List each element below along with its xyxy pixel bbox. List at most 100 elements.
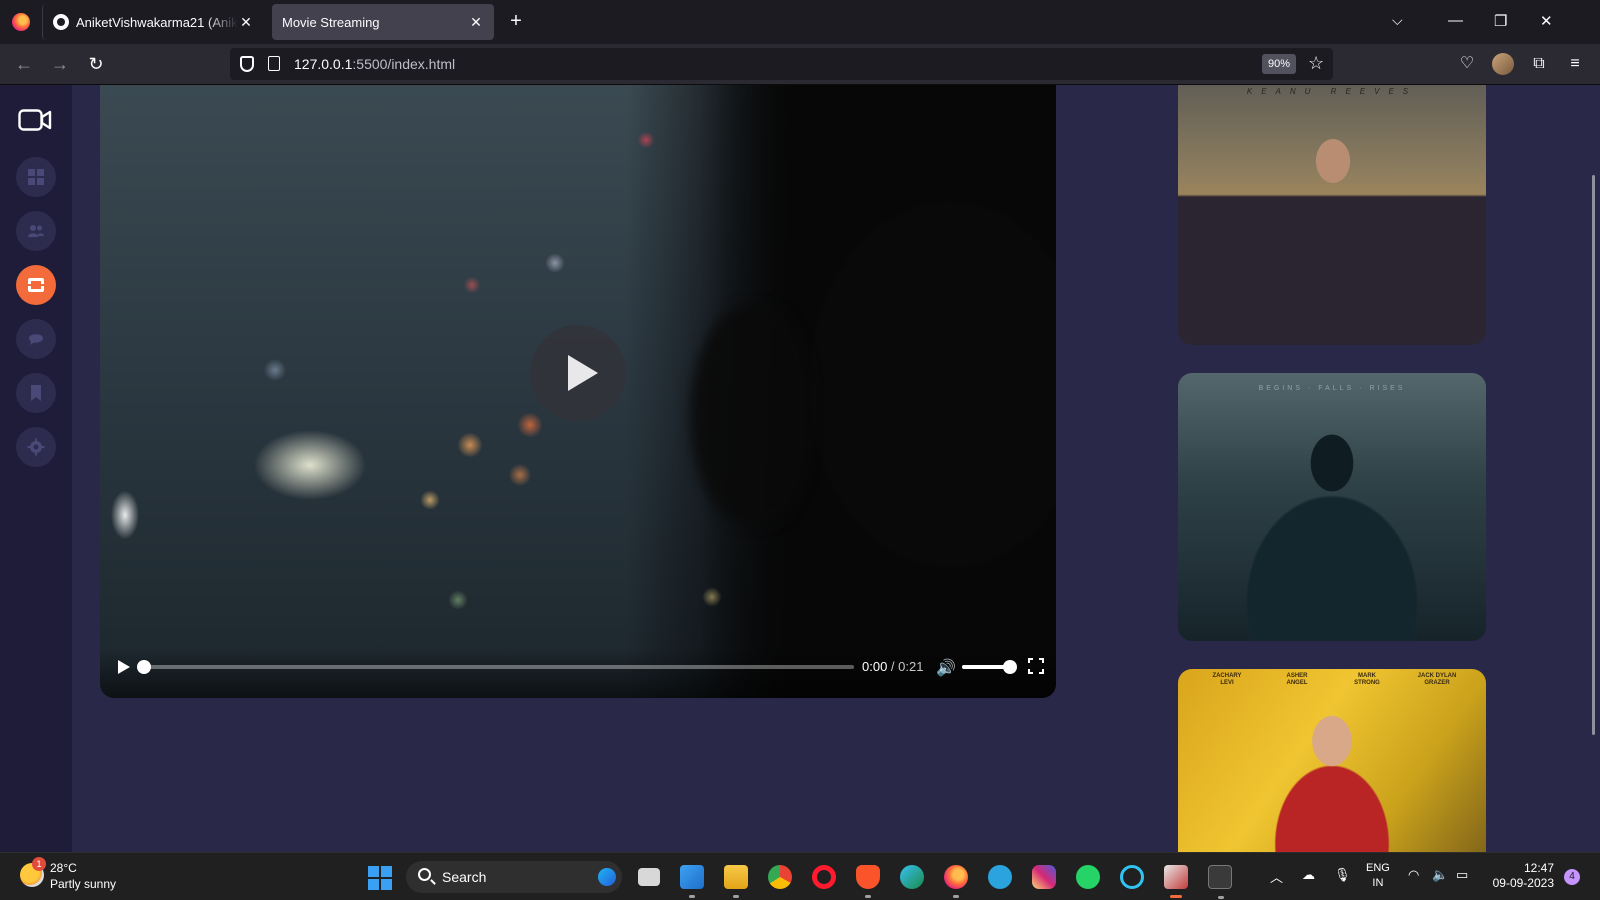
speaker-icon[interactable]: 🔈 (1432, 867, 1448, 883)
seek-bar[interactable] (137, 660, 854, 674)
extensions-icon[interactable]: ⧉ (1528, 53, 1550, 75)
onedrive-icon[interactable]: ☁ (1302, 867, 1315, 883)
video-frame-profile (690, 305, 810, 525)
bing-icon[interactable] (598, 868, 616, 886)
firefox-icon[interactable] (12, 13, 30, 31)
restore-icon[interactable]: ❐ (1494, 12, 1507, 30)
microphone-icon[interactable]: 🎙 (1334, 867, 1351, 883)
back-icon[interactable]: ← (12, 53, 36, 77)
fullscreen-icon[interactable] (1028, 658, 1044, 674)
close-tab-icon[interactable]: ✕ (468, 14, 484, 31)
bookmark-star-icon[interactable]: ☆ (1308, 53, 1324, 74)
sidebar (0, 85, 72, 852)
language-indicator[interactable]: ENG IN (1366, 861, 1390, 891)
bookmark-icon (31, 385, 41, 401)
tab-title: AniketVishwakarma21 (Aniket V (76, 14, 238, 30)
tab-title: Movie Streaming (282, 14, 380, 30)
tab-github[interactable]: AniketVishwakarma21 (Aniket V ✕ (42, 4, 264, 40)
windows-start-icon[interactable] (368, 866, 392, 890)
wifi-icon[interactable]: ◠ (1408, 867, 1419, 883)
search-label: Search (442, 869, 487, 885)
region-code: IN (1372, 877, 1384, 889)
poster-header-text: BEGINS · FALLS · RISES (1258, 385, 1406, 392)
sidebar-item-settings[interactable] (16, 427, 56, 467)
video-player[interactable]: 0:00 / 0:21 🔊 (100, 85, 1056, 698)
url-bar[interactable]: 127.0.0.1:5500/index.html 90% ☆ (230, 48, 1333, 80)
minimize-icon[interactable]: — (1448, 12, 1463, 29)
time-display: 0:00 / 0:21 (862, 659, 923, 674)
tab-movie-streaming[interactable]: Movie Streaming ✕ (272, 4, 494, 40)
sidebar-item-bookmarks[interactable] (16, 373, 56, 413)
alexa-icon[interactable] (1120, 865, 1144, 889)
volume-icon[interactable]: 🔊 (936, 658, 956, 678)
account-avatar-icon[interactable] (1492, 53, 1514, 75)
duration: / 0:21 (887, 659, 924, 674)
page-scrollbar[interactable] (1592, 175, 1595, 735)
terminal-icon[interactable] (1208, 865, 1232, 899)
taskbar-search[interactable]: Search (406, 861, 622, 893)
poster-credit: JACK DYLAN GRAZER (1417, 673, 1457, 686)
movie-poster-shazam[interactable]: ZACHARY LEVI ASHER ANGEL MARK STRONG JAC… (1178, 669, 1486, 852)
reload-icon[interactable]: ↻ (84, 53, 108, 77)
weather-temperature[interactable]: 28°C (50, 861, 77, 875)
whatsapp-icon[interactable] (1076, 865, 1100, 889)
new-tab-button[interactable]: + (504, 10, 528, 34)
file-explorer-icon[interactable] (724, 865, 748, 898)
chat-icon (29, 334, 43, 345)
poster-credit: ASHER ANGEL (1286, 673, 1308, 686)
sidebar-item-movies[interactable] (16, 265, 56, 305)
list-all-tabs-icon[interactable]: ⌵ (1392, 12, 1403, 29)
task-view-icon[interactable] (638, 868, 660, 886)
poster-header-text: KEANU REEVES (1246, 87, 1418, 96)
movie-poster-batman-begins[interactable]: BEGINS · FALLS · RISES (1178, 373, 1486, 641)
notification-badge[interactable]: 4 (1564, 869, 1580, 885)
instagram-icon[interactable] (1032, 865, 1056, 889)
telegram-icon[interactable] (988, 865, 1012, 889)
chrome-icon[interactable] (768, 865, 792, 889)
battery-icon[interactable]: ▭ (1456, 867, 1468, 883)
forward-icon[interactable]: → (48, 53, 72, 77)
weather-description[interactable]: Partly sunny (50, 877, 116, 891)
url-text[interactable]: 127.0.0.1:5500/index.html (294, 56, 455, 72)
video-camera-logo-icon (18, 109, 52, 131)
brave-icon[interactable] (856, 865, 880, 898)
pocket-icon[interactable]: ♡ (1456, 53, 1478, 75)
github-icon (53, 14, 69, 30)
close-tab-icon[interactable]: ✕ (238, 14, 254, 31)
windows-taskbar: 1 28°C Partly sunny Search ︿ ☁ 🎙 ENG IN … (0, 852, 1600, 900)
current-time: 0:00 (862, 659, 888, 674)
opera-icon[interactable] (812, 865, 836, 889)
play-icon[interactable] (116, 659, 132, 675)
weather-badge: 1 (32, 857, 46, 871)
poster-credit: ZACHARY LEVI (1212, 673, 1242, 686)
edge-icon[interactable] (900, 865, 924, 889)
browser-nav-bar: ← → ↻ 127.0.0.1:5500/index.html 90% ☆ ♡ … (0, 44, 1600, 85)
movie-poster-john-wick[interactable]: KEANU REEVES (1178, 85, 1486, 345)
film-icon (28, 278, 44, 292)
volume-slider-handle[interactable] (1002, 660, 1017, 674)
system-clock[interactable]: 12:47 09-09-2023 (1484, 861, 1554, 891)
poster-credits: ZACHARY LEVI ASHER ANGEL MARK STRONG JAC… (1178, 673, 1486, 687)
users-icon (28, 225, 44, 237)
menu-icon[interactable]: ≡ (1564, 53, 1586, 75)
video-controls: 0:00 / 0:21 🔊 (100, 648, 1056, 698)
sidebar-item-community[interactable] (16, 211, 56, 251)
show-hidden-icons-chevron-icon[interactable]: ︿ (1270, 867, 1283, 886)
tracking-shield-icon[interactable] (240, 56, 254, 72)
snipping-tool-icon[interactable] (1164, 865, 1188, 898)
url-path: :5500/index.html (352, 56, 456, 72)
seek-bar-handle[interactable] (137, 660, 151, 674)
center-play-button[interactable] (530, 325, 626, 421)
browser-tab-bar: AniketVishwakarma21 (Aniket V ✕ Movie St… (0, 0, 1600, 44)
page-viewport: 0:00 / 0:21 🔊 KEANU REEVES BEGINS · FALL… (0, 85, 1600, 852)
clock-time: 12:47 (1523, 861, 1554, 875)
sidebar-item-dashboard[interactable] (16, 157, 56, 197)
page-info-icon[interactable] (268, 56, 280, 71)
gear-icon (27, 438, 45, 456)
close-window-icon[interactable]: ✕ (1540, 12, 1553, 30)
sidebar-item-chat[interactable] (16, 319, 56, 359)
vscode-icon[interactable] (680, 865, 704, 898)
volume-slider[interactable] (962, 660, 1017, 674)
firefox-taskbar-icon[interactable] (944, 865, 968, 898)
zoom-badge[interactable]: 90% (1262, 54, 1297, 74)
